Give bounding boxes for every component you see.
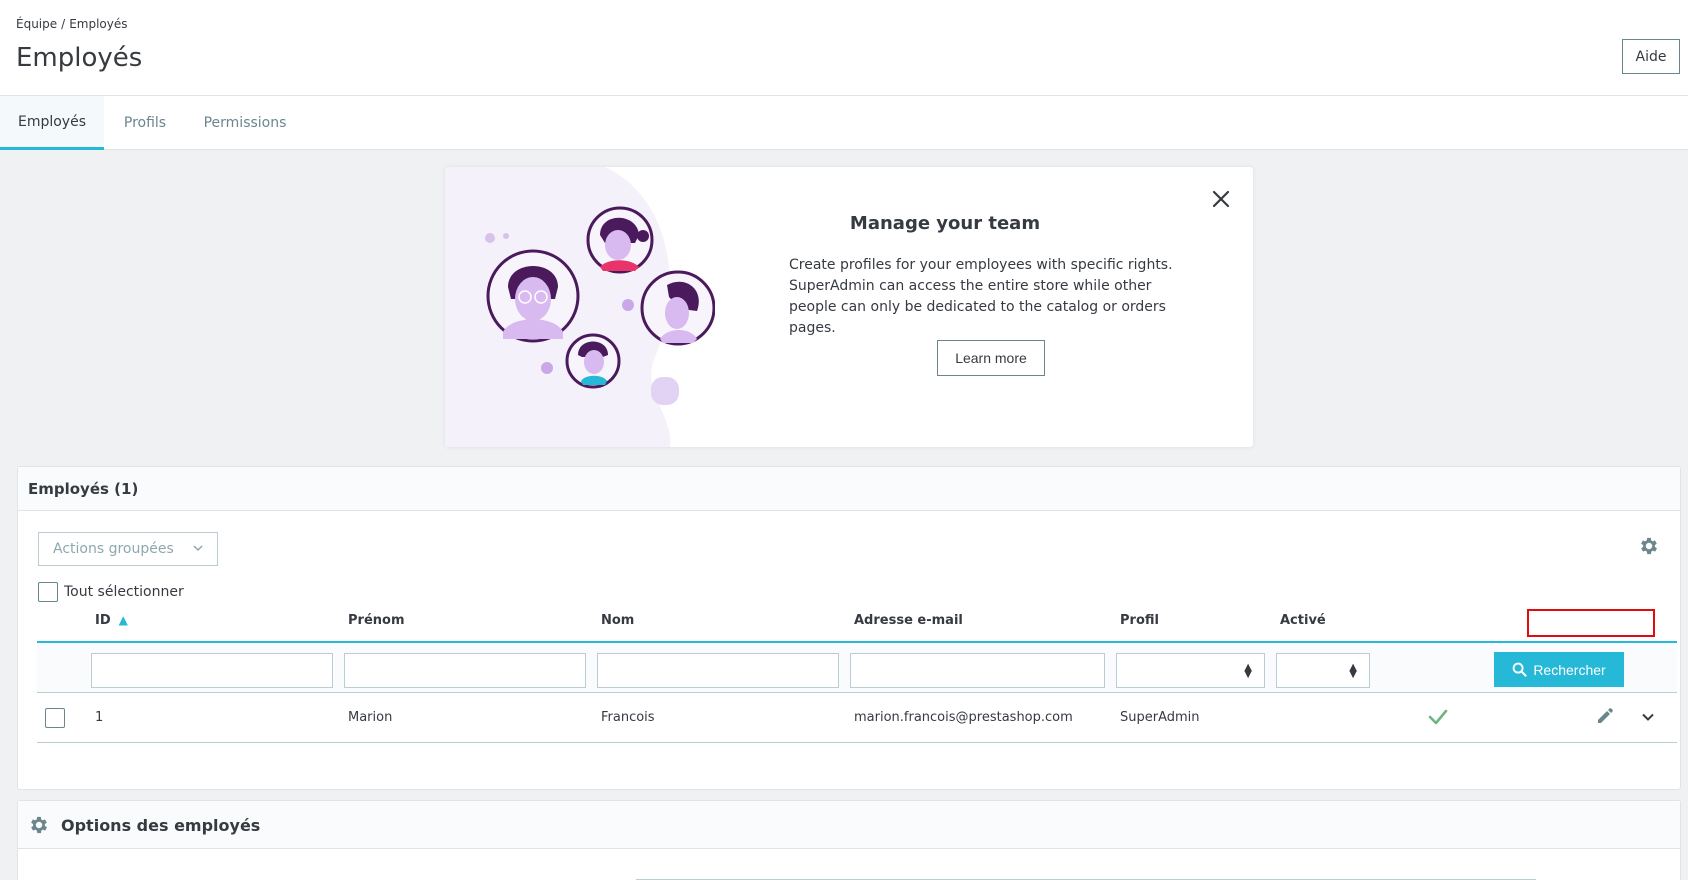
card-header: Employés (1) <box>18 467 1680 511</box>
filter-active-select[interactable]: ▲ ▼ <box>1276 653 1370 688</box>
column-header-active[interactable]: Activé <box>1280 613 1326 628</box>
gear-icon[interactable] <box>1638 535 1660 557</box>
avatar-man-side <box>640 270 715 346</box>
table-row: 1 Marion Francois marion.francois@presta… <box>37 693 1677 743</box>
manage-team-banner: Manage your team Create profiles for you… <box>445 167 1253 447</box>
search-button-label: Rechercher <box>1533 661 1606 678</box>
filter-lastname-input[interactable] <box>597 653 839 688</box>
chevron-down-icon <box>193 545 203 552</box>
page-header: Équipe / Employés Employés Aide <box>0 0 1688 96</box>
checkbox[interactable] <box>38 582 58 602</box>
bulk-actions-dropdown[interactable]: Actions groupées <box>38 532 218 566</box>
column-header-lastname[interactable]: Nom <box>601 613 634 628</box>
bulk-actions-label: Actions groupées <box>53 541 174 557</box>
row-checkbox[interactable] <box>45 708 65 728</box>
breadcrumb-separator: / <box>61 17 66 31</box>
avatar-boy <box>565 333 621 389</box>
tab-bar: Employés Profils Permissions <box>0 96 1688 150</box>
cell-id: 1 <box>95 710 104 725</box>
filter-firstname-input[interactable] <box>344 653 586 688</box>
banner-title: Manage your team <box>849 213 1041 234</box>
edit-pencil-icon[interactable] <box>1596 707 1614 725</box>
highlight-annotation-box <box>1527 609 1655 637</box>
filter-email-input[interactable] <box>850 653 1105 688</box>
column-header-profile[interactable]: Profil <box>1120 613 1159 628</box>
close-icon[interactable] <box>1209 187 1233 211</box>
card-title: Employés (1) <box>28 480 139 498</box>
column-header-id-label: ID <box>95 613 111 628</box>
filter-profile-select[interactable]: ▲ ▼ <box>1116 653 1265 688</box>
cell-firstname: Marion <box>348 710 393 725</box>
employees-list-card: Employés (1) Actions groupées Tout sélec… <box>17 466 1681 790</box>
breadcrumb-current[interactable]: Employés <box>69 17 127 31</box>
column-header-email[interactable]: Adresse e-mail <box>854 613 963 628</box>
search-icon <box>1512 662 1527 677</box>
active-check-icon[interactable] <box>1427 706 1449 728</box>
options-title: Options des employés <box>61 816 261 835</box>
employee-options-card: Options des employés <box>17 800 1681 880</box>
help-button[interactable]: Aide <box>1622 39 1680 74</box>
filter-id-input[interactable] <box>91 653 333 688</box>
breadcrumb-parent[interactable]: Équipe <box>16 17 57 31</box>
cell-profile: SuperAdmin <box>1120 710 1200 725</box>
team-illustration <box>445 167 715 447</box>
search-button[interactable]: Rechercher <box>1494 652 1624 687</box>
learn-more-button[interactable]: Learn more <box>937 340 1045 376</box>
avatar-glasses <box>486 249 580 343</box>
chevron-down-icon[interactable] <box>1641 710 1655 724</box>
page-title: Employés <box>16 43 143 73</box>
tab-permissions[interactable]: Permissions <box>186 96 304 150</box>
cell-lastname: Francois <box>601 710 655 725</box>
avatar-woman <box>586 206 654 274</box>
breadcrumb: Équipe / Employés <box>16 17 128 31</box>
select-all-label: Tout sélectionner <box>64 584 184 600</box>
options-header: Options des employés <box>18 801 1680 849</box>
select-all-checkbox[interactable]: Tout sélectionner <box>38 582 184 602</box>
column-header-id[interactable]: ID ▲ <box>95 613 128 628</box>
gear-icon <box>31 816 47 834</box>
cell-email: marion.francois@prestashop.com <box>854 710 1073 725</box>
tab-profils[interactable]: Profils <box>104 96 186 150</box>
column-header-firstname[interactable]: Prénom <box>348 613 405 628</box>
tab-employes[interactable]: Employés <box>0 96 104 150</box>
sort-ascending-icon[interactable]: ▲ <box>119 613 128 627</box>
select-arrows-icon: ▲ ▼ <box>1349 662 1357 680</box>
banner-text: Create profiles for your employees with … <box>789 257 1173 336</box>
filter-row: ▲ ▼ ▲ ▼ Rechercher <box>37 643 1677 693</box>
select-arrows-icon: ▲ ▼ <box>1244 662 1252 680</box>
